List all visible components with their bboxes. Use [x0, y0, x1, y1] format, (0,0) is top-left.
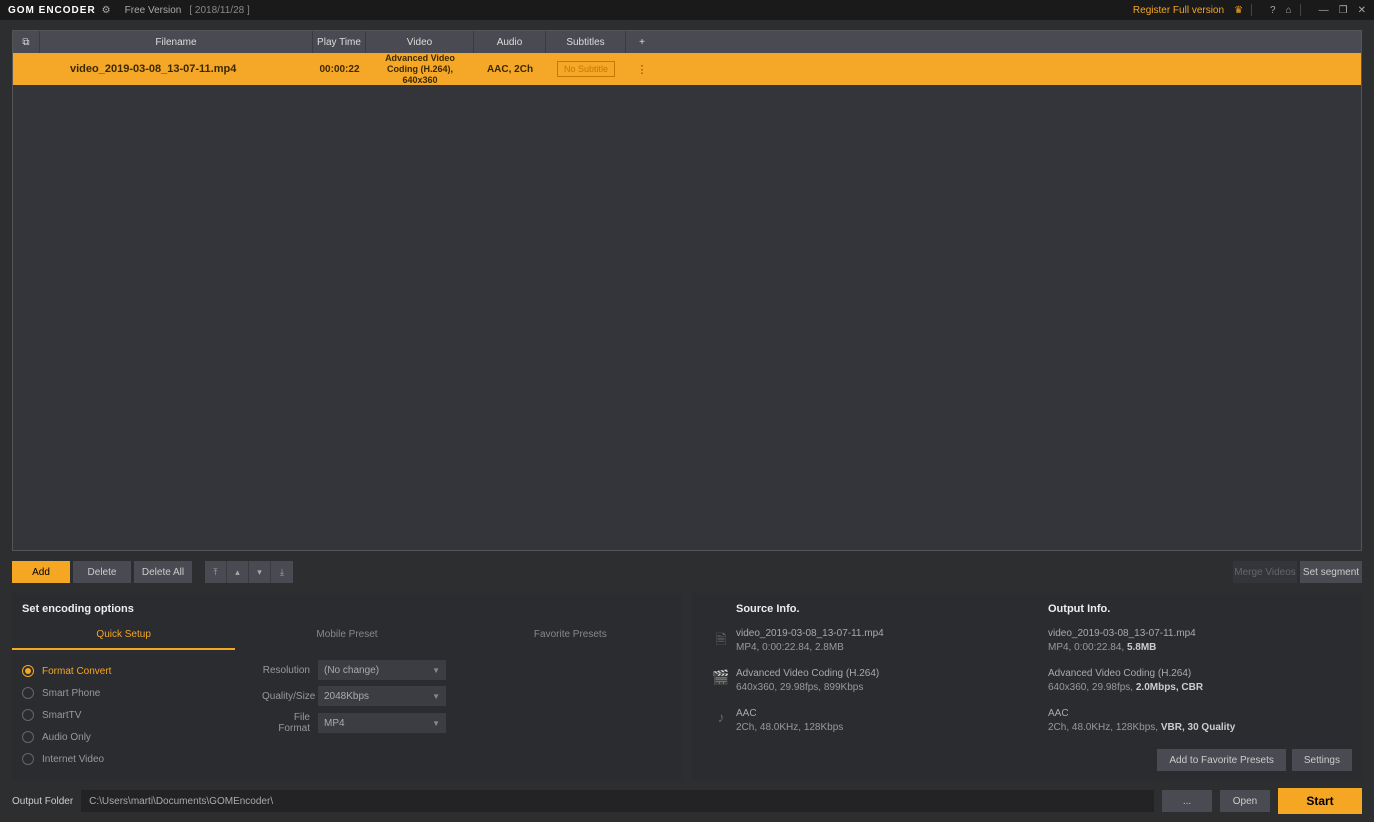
tab-quick-setup[interactable]: Quick Setup [12, 621, 235, 650]
merge-videos-button: Merge Videos [1233, 561, 1297, 583]
app-name: GOM ENCODER [8, 5, 96, 16]
crown-icon[interactable]: ♛ [1234, 5, 1243, 16]
set-segment-button[interactable]: Set segment [1300, 561, 1362, 583]
row-playtime: 00:00:22 [313, 64, 366, 75]
source-video-info: Advanced Video Coding (H.264) 640x360, 2… [736, 667, 1048, 695]
settings-button[interactable]: Settings [1292, 749, 1352, 771]
help-icon[interactable]: ? [1270, 5, 1276, 16]
format-label: File Format [262, 712, 310, 734]
row-video: Advanced Video Coding (H.264), 640x360 [366, 53, 474, 86]
add-favorite-presets-button[interactable]: Add to Favorite Presets [1157, 749, 1286, 771]
encoding-title: Set encoding options [12, 593, 682, 621]
source-audio-info: AAC 2Ch, 48.0KHz, 128Kbps [736, 707, 1048, 735]
file-table: ⧉ Filename Play Time Video Audio Subtitl… [12, 30, 1362, 551]
file-icon: 🗎 [706, 627, 736, 653]
chevron-down-icon: ▼ [432, 666, 440, 675]
home-icon[interactable]: ⌂ [1286, 5, 1292, 16]
radio-smart-phone[interactable]: Smart Phone [22, 682, 262, 704]
row-audio: AAC, 2Ch [474, 64, 546, 75]
column-video[interactable]: Video [366, 31, 474, 53]
radio-format-convert[interactable]: Format Convert [22, 660, 262, 682]
column-subtitles[interactable]: Subtitles [546, 31, 626, 53]
source-file-info: video_2019-03-08_13-07-11.mp4 MP4, 0:00:… [736, 627, 1048, 655]
format-radios: Format Convert Smart Phone SmartTV Audio… [22, 660, 262, 770]
column-playtime[interactable]: Play Time [313, 31, 366, 53]
delete-button[interactable]: Delete [73, 561, 131, 583]
table-body: video_2019-03-08_13-07-11.mp4 00:00:22 A… [13, 53, 1361, 550]
sort-buttons: ⤒ ▴ ▾ ⤓ [205, 561, 293, 583]
resolution-label: Resolution [262, 665, 310, 676]
build-date: [ 2018/11/28 ] [189, 5, 249, 16]
titlebar: GOM ENCODER ⚙ Free Version [ 2018/11/28 … [0, 0, 1374, 20]
move-up-icon[interactable]: ▴ [227, 561, 249, 583]
start-button[interactable]: Start [1278, 788, 1362, 814]
register-link[interactable]: Register Full version [1133, 5, 1224, 16]
audio-icon: ♪ [706, 707, 736, 725]
format-select[interactable]: MP4▼ [318, 713, 446, 733]
version-label: Free Version [125, 5, 182, 16]
column-filename[interactable]: Filename [40, 31, 313, 53]
move-down-icon[interactable]: ▾ [249, 561, 271, 583]
radio-smart-tv[interactable]: SmartTV [22, 704, 262, 726]
video-icon: 🎬 [706, 667, 736, 686]
settings-gear-icon[interactable]: ⚙ [102, 5, 111, 16]
move-bottom-icon[interactable]: ⤓ [271, 561, 293, 583]
browse-button[interactable]: ... [1162, 790, 1212, 812]
column-audio[interactable]: Audio [474, 31, 546, 53]
close-icon[interactable]: ✕ [1358, 5, 1366, 16]
tab-favorite-presets[interactable]: Favorite Presets [459, 621, 682, 650]
action-bar: Add Delete Delete All ⤒ ▴ ▾ ⤓ Merge Vide… [12, 561, 1362, 583]
output-folder-label: Output Folder [12, 796, 73, 807]
delete-all-button[interactable]: Delete All [134, 561, 192, 583]
quality-label: Quality/Size [262, 691, 310, 702]
row-filename: video_2019-03-08_13-07-11.mp4 [40, 63, 313, 75]
quality-select[interactable]: 2048Kbps▼ [318, 686, 446, 706]
footer: Output Folder C:\Users\marti\Documents\G… [0, 780, 1374, 822]
radio-internet-video[interactable]: Internet Video [22, 748, 262, 770]
minimize-icon[interactable]: — [1319, 5, 1329, 16]
table-header: ⧉ Filename Play Time Video Audio Subtitl… [13, 31, 1361, 53]
preset-tabs: Quick Setup Mobile Preset Favorite Prese… [12, 621, 682, 650]
output-video-info: Advanced Video Coding (H.264) 640x360, 2… [1048, 667, 1203, 695]
row-subtitle[interactable]: No Subtitle [557, 61, 615, 77]
output-audio-info: AAC 2Ch, 48.0KHz, 128Kbps, VBR, 30 Quali… [1048, 707, 1235, 735]
add-button[interactable]: Add [12, 561, 70, 583]
output-info-header: Output Info. [1048, 603, 1110, 615]
chevron-down-icon: ▼ [432, 692, 440, 701]
table-row[interactable]: video_2019-03-08_13-07-11.mp4 00:00:22 A… [13, 53, 1361, 85]
chevron-down-icon: ▼ [432, 719, 440, 728]
source-info-header: Source Info. [736, 603, 1048, 615]
restore-icon[interactable]: ❐ [1339, 5, 1348, 16]
column-link-icon[interactable]: ⧉ [13, 31, 40, 53]
output-file-info: video_2019-03-08_13-07-11.mp4 MP4, 0:00:… [1048, 627, 1196, 655]
row-menu-icon[interactable]: ⋮ [626, 63, 658, 76]
info-panel: Source Info. Output Info. 🗎 video_2019-0… [692, 593, 1362, 780]
resolution-select[interactable]: (No change)▼ [318, 660, 446, 680]
move-top-icon[interactable]: ⤒ [205, 561, 227, 583]
open-button[interactable]: Open [1220, 790, 1270, 812]
column-add[interactable]: + [626, 31, 658, 53]
tab-mobile-preset[interactable]: Mobile Preset [235, 621, 458, 650]
radio-audio-only[interactable]: Audio Only [22, 726, 262, 748]
encoding-options-panel: Set encoding options Quick Setup Mobile … [12, 593, 682, 780]
output-folder-path[interactable]: C:\Users\marti\Documents\GOMEncoder\ [81, 790, 1154, 812]
